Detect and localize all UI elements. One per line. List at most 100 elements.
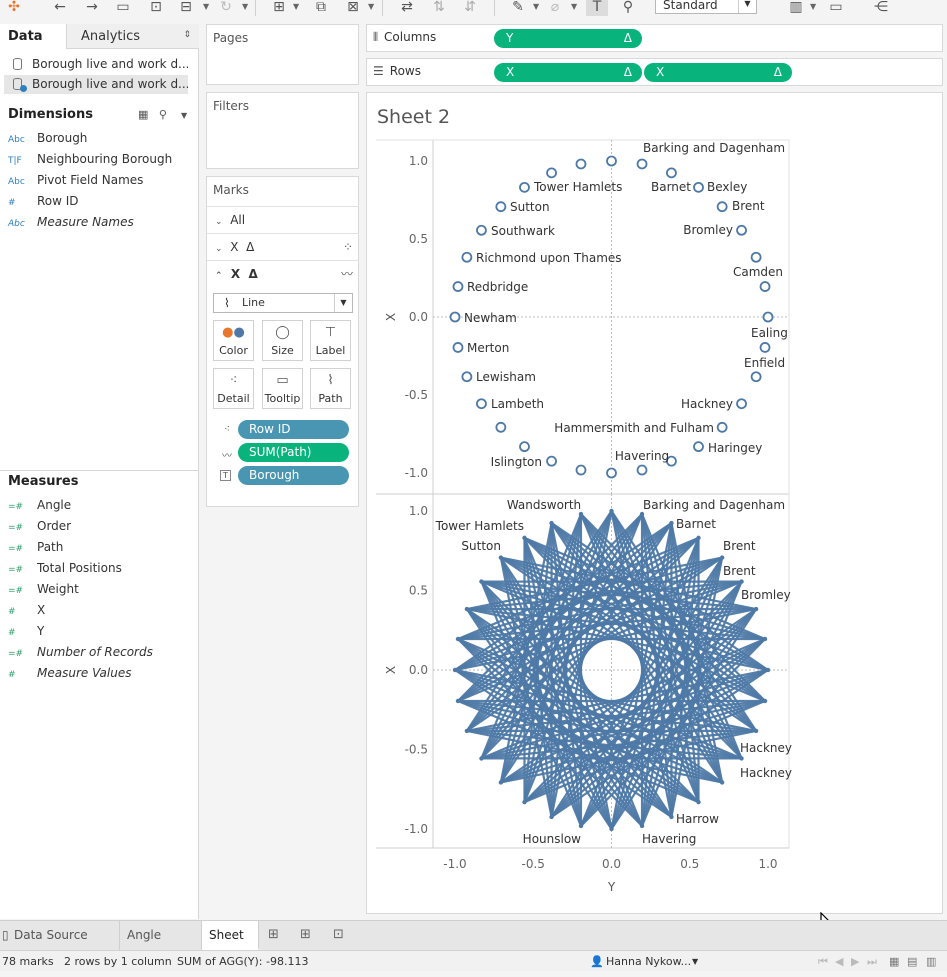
y-tick-label: 0.0 xyxy=(409,663,428,677)
path-node xyxy=(669,814,674,820)
path-node xyxy=(464,606,470,612)
point-label: Southwark xyxy=(491,224,555,238)
scatter-point xyxy=(606,155,617,167)
tab-data-source[interactable]: ▯ Data Source xyxy=(0,921,120,950)
y-axis-title: X xyxy=(384,666,398,674)
scatter-point xyxy=(495,421,507,433)
path-node xyxy=(452,667,458,673)
path-node xyxy=(578,823,584,829)
point-label: Bexley xyxy=(707,180,747,194)
grid-view-icon[interactable]: ▦ xyxy=(889,955,899,968)
path-label: Hackney xyxy=(740,766,792,780)
path-label: Barnet xyxy=(676,517,716,531)
y-tick-label: -0.5 xyxy=(405,743,428,757)
point-label: Sutton xyxy=(510,200,550,214)
scatter-point xyxy=(736,224,747,236)
new-worksheet-icon[interactable]: ⊞ xyxy=(268,927,279,942)
y-tick-label: -1.0 xyxy=(405,466,428,480)
path-node xyxy=(762,636,768,642)
scatter-point xyxy=(519,181,530,193)
path-node xyxy=(549,520,554,526)
point-label: Hackney xyxy=(681,397,733,411)
path-label: Tower Hamlets xyxy=(435,519,524,533)
path-label: Havering xyxy=(642,832,696,846)
path-label: Brent xyxy=(723,564,756,578)
path-node xyxy=(753,728,759,734)
point-label: Enfield xyxy=(744,356,785,370)
y-tick-label: 1.0 xyxy=(409,504,428,518)
filmstrip-view-icon[interactable]: ▤ xyxy=(907,955,917,968)
tab-sheet-2[interactable]: Sheet 2 xyxy=(202,921,259,970)
scatter-point xyxy=(666,167,677,179)
path-label: Barking and Dagenham xyxy=(643,498,785,512)
scatter-point xyxy=(762,311,774,323)
point-label: Lewisham xyxy=(476,370,536,384)
x-tick-label: 0.0 xyxy=(602,857,621,871)
x-axis-title: Y xyxy=(607,880,616,894)
tab-view-icon[interactable]: ▥ xyxy=(926,955,936,968)
scatter-point xyxy=(546,455,557,467)
path-node xyxy=(719,780,725,785)
scatter-point xyxy=(449,311,461,323)
path-node xyxy=(719,555,725,560)
scatter-point xyxy=(693,441,704,453)
scatter-point xyxy=(716,201,728,213)
path-node xyxy=(765,667,771,673)
scatter-point xyxy=(750,371,762,383)
point-label: Merton xyxy=(467,341,509,355)
first-page-icon[interactable]: ⏮ xyxy=(818,955,828,969)
last-page-icon[interactable]: ⏭ xyxy=(867,955,877,969)
scatter-point xyxy=(546,167,557,179)
path-node xyxy=(696,799,701,805)
status-marks: 78 marks xyxy=(2,955,54,968)
scatter-point xyxy=(495,201,507,213)
path-node xyxy=(522,535,527,541)
status-sum: SUM of AGG(Y): -98.113 xyxy=(177,955,309,968)
tab-angle-check[interactable]: Angle check xyxy=(120,921,202,970)
point-label: Havering xyxy=(615,449,669,463)
path-node xyxy=(739,756,744,761)
path-node xyxy=(455,698,461,704)
scatter-point xyxy=(636,464,648,476)
prev-page-icon[interactable]: ◀ xyxy=(835,955,843,968)
status-bar: 78 marks 2 rows by 1 column SUM of AGG(Y… xyxy=(0,950,947,971)
y-tick-label: 0.5 xyxy=(409,232,428,246)
path-node xyxy=(479,579,484,584)
next-page-icon[interactable]: ▶ xyxy=(851,955,859,968)
user-name[interactable]: Hanna Nykow... xyxy=(606,955,691,968)
path-node xyxy=(669,520,674,526)
scatter-point xyxy=(636,158,648,170)
path-node xyxy=(696,535,701,541)
path-node xyxy=(522,799,527,805)
point-label: Tower Hamlets xyxy=(533,180,622,194)
path-node xyxy=(464,728,470,734)
path-node xyxy=(479,756,484,761)
scatter-point xyxy=(519,441,530,453)
new-story-icon[interactable]: ⊡ xyxy=(333,927,344,942)
scatter-point xyxy=(716,421,728,433)
chevron-down-icon[interactable]: ▼ xyxy=(692,957,698,966)
y-tick-label: -1.0 xyxy=(405,822,428,836)
point-label: Hammersmith and Fulham xyxy=(554,421,714,435)
user-icon: 👤 xyxy=(590,955,604,968)
point-label: Barking and Dagenham xyxy=(643,141,785,155)
database-icon: ▯ xyxy=(2,928,9,942)
sheet-tabbar: ▯ Data Source Angle check Sheet 2 ⊞ ⊞ ⊡ xyxy=(0,920,947,970)
x-tick-label: 0.5 xyxy=(680,857,699,871)
path-node xyxy=(753,606,759,612)
chart[interactable]: 1.0 0.5 0.0 -0.5 -1.0 X 1.0 0.5 0.0 -0.5 -1.0 X Bark… xyxy=(0,0,947,971)
scatter-point xyxy=(759,342,771,353)
scatter-point xyxy=(461,371,473,383)
new-dashboard-icon[interactable]: ⊞ xyxy=(300,927,311,942)
path-node xyxy=(609,508,614,514)
status-dimensions: 2 rows by 1 column xyxy=(64,955,172,968)
x-tick-label: -1.0 xyxy=(443,857,466,871)
point-label: Haringey xyxy=(708,441,762,455)
point-label: Lambeth xyxy=(491,397,544,411)
path-node xyxy=(549,814,554,820)
path-label: Hackney xyxy=(740,741,792,755)
y-axis-title: X xyxy=(384,313,398,321)
path-node xyxy=(762,698,768,704)
point-label: Newham xyxy=(464,311,517,325)
scatter-point xyxy=(575,464,587,476)
